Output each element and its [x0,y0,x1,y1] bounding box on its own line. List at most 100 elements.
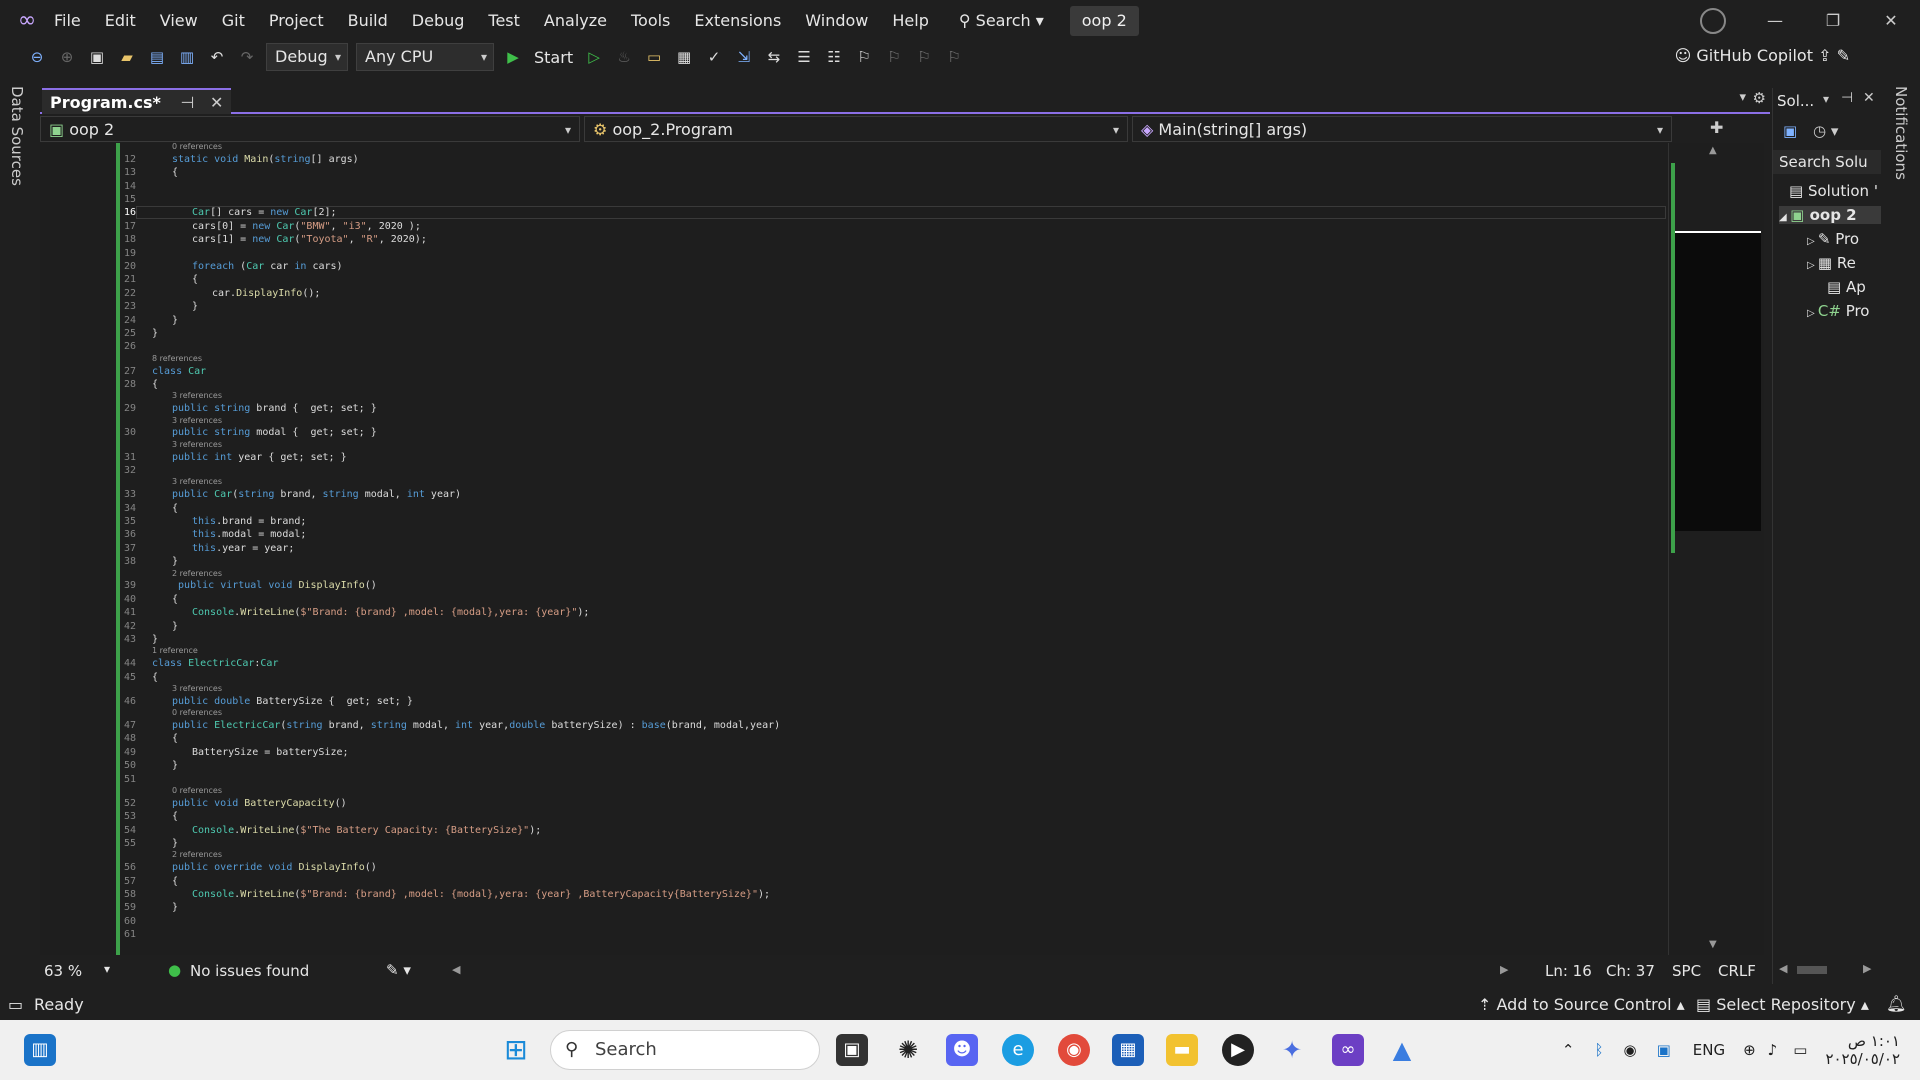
scroll-up-icon[interactable]: ▲ [1709,145,1717,156]
volume-icon[interactable]: ♪ [1768,1041,1778,1059]
edge-icon[interactable]: e [1002,1034,1034,1066]
code-line[interactable]: public override void DisplayInfo() [172,862,377,873]
menu-edit[interactable]: Edit [93,0,148,42]
scroll-thumb[interactable] [1797,966,1827,974]
tree-item-app-config[interactable]: ▤ Ap [1827,278,1881,296]
scroll-down-icon[interactable]: ▼ [1709,939,1717,950]
code-line[interactable]: BatterySize = batterySize; [192,747,349,758]
menu-extensions[interactable]: Extensions [682,0,793,42]
codelens-references[interactable]: 3 references [172,440,222,449]
code-line[interactable]: { [152,379,158,390]
tree-item-project[interactable]: ◢ ▣ oop 2 [1779,206,1881,224]
visual-studio-logo-icon[interactable]: ∞ [14,8,40,34]
scroll-right-icon[interactable]: ▶ [1863,962,1871,975]
file-explorer-icon[interactable]: ▬ [1166,1034,1198,1066]
deepseek-icon[interactable]: ✦ [1276,1034,1308,1066]
chatgpt-icon[interactable]: ✺ [892,1034,924,1066]
menu-test[interactable]: Test [476,0,532,42]
windows-start-icon[interactable]: ⊞ [500,1034,532,1066]
app-tray-icon[interactable]: ◉ [1623,1041,1636,1059]
feedback-icon[interactable]: ✎ [1837,46,1850,65]
save-icon[interactable]: ▤ [145,45,169,69]
clear-bookmarks-icon[interactable]: ⚐ [942,45,966,69]
pin-icon[interactable]: ⊣ [180,93,194,112]
code-line[interactable]: this.year = year; [192,543,294,554]
code-line[interactable]: } [172,621,178,632]
code-editor[interactable]: 12 13 14 15 16 17 18 19 20 21 22 23 24 25 26 27 28 29 30 31… [40,143,1668,955]
code-line[interactable]: { [172,594,178,605]
split-window-icon[interactable]: ✚ [1710,118,1723,137]
close-button[interactable]: ✕ [1862,0,1920,42]
codelens-references[interactable]: 0 references [172,786,222,795]
add-to-source-control-button[interactable]: ⇡ Add to Source Control ▴ [1478,995,1685,1014]
vpn-tray-icon[interactable]: ▣ [1657,1041,1671,1059]
code-line[interactable]: } [192,301,198,312]
github-copilot-button[interactable]: ☺ GitHub Copilot ⇪ ✎ [1675,46,1850,65]
codelens-references[interactable]: 1 reference [152,646,198,655]
menu-project[interactable]: Project [257,0,336,42]
menu-help[interactable]: Help [880,0,940,42]
start-button[interactable]: Start [534,48,573,67]
code-line[interactable]: Console.WriteLine($"Brand: {brand} ,mode… [192,607,589,618]
menu-git[interactable]: Git [210,0,257,42]
microsoft-store-icon[interactable]: ▦ [1112,1034,1144,1066]
horizontal-scrollbar[interactable]: ◀ ▶ [1777,962,1877,978]
search-button[interactable]: ⚲ Search ▾ [949,0,1054,42]
codelens-references[interactable]: 3 references [172,684,222,693]
menu-view[interactable]: View [148,0,210,42]
code-line[interactable]: } [172,556,178,567]
code-line[interactable]: cars[0] = new Car("BMW", "i3", 2020 ); [192,221,421,232]
code-line[interactable]: public double BatterySize { get; set; } [172,696,413,707]
code-line[interactable]: Car[] cars = new Car[2]; [192,207,337,218]
account-icon[interactable] [1700,8,1726,34]
next-bookmark-icon[interactable]: ⚐ [912,45,936,69]
photos-icon[interactable]: ▲ [1386,1034,1418,1066]
tree-item-references[interactable]: ▷ ▦ Re [1807,254,1881,272]
tab-list-dropdown-icon[interactable]: ▾ [1739,90,1746,105]
hidden-icons-chevron-icon[interactable]: ⌃ [1562,1041,1575,1059]
task-view-icon[interactable]: ▣ [836,1034,868,1066]
open-file-icon[interactable]: ▰ [115,45,139,69]
vertical-scrollbar-minimap[interactable]: ▲ ▼ [1668,143,1764,955]
spell-check-icon[interactable]: ✓ [702,45,726,69]
navigate-forward-icon[interactable]: ⊕ [55,45,79,69]
battery-icon[interactable]: ▭ [1793,1041,1807,1059]
issues-label[interactable]: No issues found [190,962,309,980]
redo-icon[interactable]: ↷ [235,45,259,69]
code-line[interactable]: public string brand { get; set; } [172,403,377,414]
indent-icon[interactable]: ☰ [792,45,816,69]
code-line[interactable]: } [152,328,158,339]
pin-icon[interactable]: ⊣ [1841,90,1853,106]
solution-configuration-select[interactable]: Debug [266,43,348,71]
code-line[interactable]: public string modal { get; set; } [172,427,377,438]
hot-reload-icon[interactable]: ♨ [612,45,636,69]
menu-window[interactable]: Window [793,0,880,42]
code-line[interactable]: public virtual void DisplayInfo() [172,580,377,591]
codelens-references[interactable]: 3 references [172,391,222,400]
outdent-icon[interactable]: ☷ [822,45,846,69]
code-line[interactable]: cars[1] = new Car("Toyota", "R", 2020); [192,234,427,245]
layout-icon[interactable]: ▦ [672,45,696,69]
code-line[interactable]: this.brand = brand; [192,516,306,527]
code-line[interactable]: } [172,902,178,913]
zoom-level[interactable]: 63 % [44,962,82,980]
code-area[interactable]: 0 references static void Main(string[] ar… [152,143,1662,955]
code-line[interactable]: { [192,274,198,285]
save-all-icon[interactable]: ▥ [175,45,199,69]
new-project-icon[interactable]: ▣ [85,45,109,69]
start-without-debugging-icon[interactable]: ▷ [582,45,606,69]
code-line[interactable]: foreach (Car car in cars) [192,261,343,272]
code-line[interactable]: } [172,760,178,771]
codelens-references[interactable]: 2 references [172,569,222,578]
whitespace-indicator[interactable]: SPC [1672,962,1701,980]
minimize-button[interactable]: — [1746,0,1804,42]
code-line[interactable]: public Car(string brand, string modal, i… [172,489,461,500]
code-line[interactable]: } [172,838,178,849]
discord-icon[interactable]: ☻ [946,1034,978,1066]
code-line[interactable]: { [172,733,178,744]
panel-dropdown-icon[interactable]: ▾ [1823,92,1829,106]
output-icon[interactable]: ▭ [8,995,23,1014]
history-icon[interactable]: ◷ ▾ [1813,122,1838,140]
type-dropdown[interactable]: ⚙ oop_2.Program [584,116,1128,143]
code-line[interactable]: public int year { get; set; } [172,452,347,463]
